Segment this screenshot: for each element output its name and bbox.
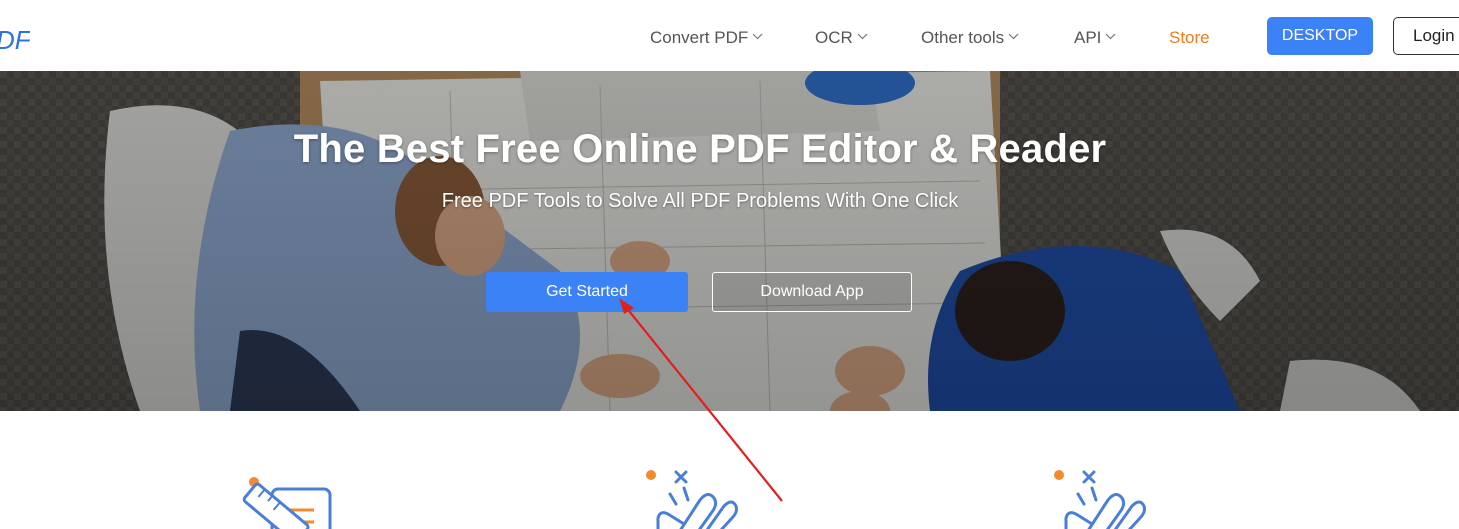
download-app-button[interactable]: Download App — [712, 272, 912, 312]
hand-sparkle-icon — [1054, 470, 1146, 529]
nav-other-tools[interactable]: Other tools — [921, 28, 1019, 48]
chevron-down-icon — [857, 33, 868, 40]
hand-sparkle-icon — [646, 470, 738, 529]
get-started-button[interactable]: Get Started — [486, 272, 688, 312]
ruler-list-icon — [242, 477, 332, 529]
chevron-down-icon — [752, 33, 763, 40]
nav-store-label: Store — [1169, 28, 1210, 47]
nav-ocr[interactable]: OCR — [815, 28, 868, 48]
nav-convert-pdf-label: Convert PDF — [650, 28, 749, 47]
hero-background-photo — [0, 71, 1459, 411]
nav-api[interactable]: API — [1074, 28, 1116, 48]
logo-mark-icon: DF — [0, 25, 33, 55]
nav-store[interactable]: Store — [1169, 28, 1210, 48]
logo-text: DF — [0, 25, 30, 55]
site-logo[interactable]: DF — [0, 22, 33, 56]
site-header: DF Convert PDF OCR Other tools API Store… — [0, 0, 1459, 71]
hero-subtitle: Free PDF Tools to Solve All PDF Problems… — [441, 190, 959, 212]
nav-convert-pdf[interactable]: Convert PDF — [650, 28, 763, 48]
desktop-button[interactable]: DESKTOP — [1267, 17, 1373, 55]
nav-other-tools-label: Other tools — [921, 28, 1005, 47]
nav-api-label: API — [1074, 28, 1102, 47]
chevron-down-icon — [1105, 33, 1116, 40]
chevron-down-icon — [1008, 33, 1019, 40]
hero-title: The Best Free Online PDF Editor & Reader — [293, 127, 1107, 171]
login-button[interactable]: Login — [1393, 17, 1459, 55]
nav-ocr-label: OCR — [815, 28, 853, 47]
hero-banner: The Best Free Online PDF Editor & Reader… — [0, 71, 1459, 411]
